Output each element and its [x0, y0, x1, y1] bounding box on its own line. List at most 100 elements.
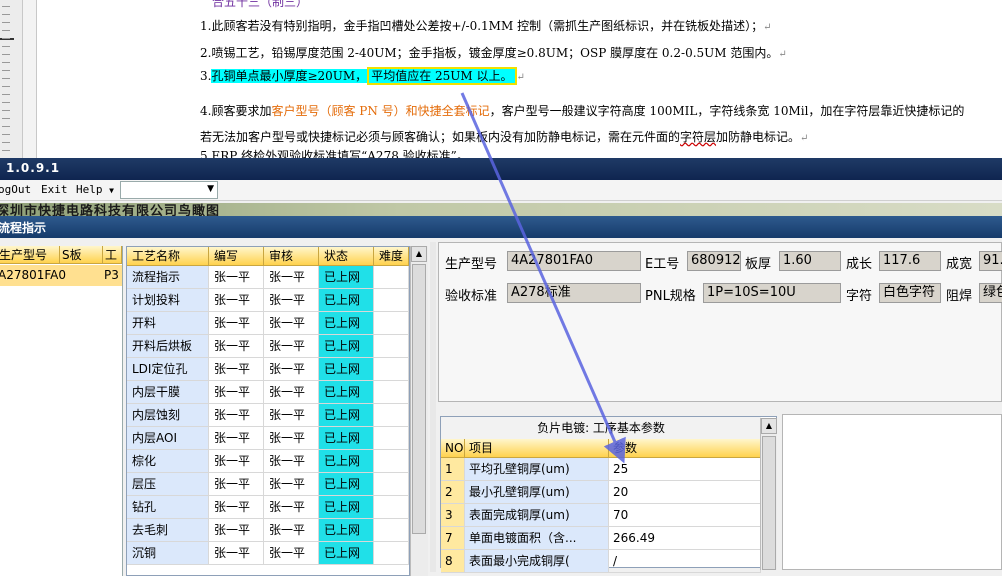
ruler-tick — [2, 134, 10, 135]
panel-splitter[interactable] — [430, 242, 436, 572]
cell-writer: 张一平 — [209, 312, 264, 334]
cell-process-name: 内层AOI — [127, 427, 209, 449]
doc-fragment-top: 合五十三（制三） — [212, 0, 309, 9]
param-no: 8 — [441, 550, 465, 572]
model-field[interactable]: 4A27801FA0 — [507, 251, 641, 271]
scroll-thumb[interactable] — [412, 264, 426, 534]
doc-line-5-spell: 字符层 — [680, 130, 717, 144]
table-row[interactable]: A27801FA0 P3 — [0, 265, 122, 286]
cell-status: 已上网 — [319, 496, 374, 518]
cell-reviewer: 张一平 — [264, 404, 319, 426]
cell-difficulty — [374, 358, 409, 380]
col-header-model[interactable]: 生产型号 — [0, 246, 60, 264]
toolbar-dropdown[interactable]: ▼ — [120, 181, 218, 199]
param-value: / — [609, 550, 761, 572]
table-row[interactable]: 开料后烘板 张一平 张一平 已上网 — [127, 335, 409, 358]
table-row[interactable]: 计划投料 张一平 张一平 已上网 — [127, 289, 409, 312]
scroll-up-icon[interactable]: ▲ — [761, 418, 777, 434]
char-field[interactable]: 白色字符 — [879, 283, 941, 303]
params-title: 负片电镀: 工序基本参数 — [441, 417, 761, 440]
menu-exit[interactable]: Exit — [41, 183, 68, 196]
cell-status: 已上网 — [319, 542, 374, 564]
col-header-reviewer[interactable]: 审核 — [264, 247, 319, 266]
table-row[interactable]: 内层AOI 张一平 张一平 已上网 — [127, 427, 409, 450]
menu-help[interactable]: Help ▼ — [76, 183, 114, 196]
col-header-extra[interactable]: 工 — [103, 246, 122, 264]
cell-status: 已上网 — [319, 312, 374, 334]
table-row[interactable]: 去毛刺 张一平 张一平 已上网 — [127, 519, 409, 542]
char-label: 字符 — [846, 289, 873, 304]
cell-reviewer: 张一平 — [264, 289, 319, 311]
table-row[interactable]: LDI定位孔 张一平 张一平 已上网 — [127, 358, 409, 381]
mask-field[interactable]: 绿色 — [979, 283, 1002, 303]
ruler-tick — [2, 86, 10, 87]
table-row[interactable]: 7 单面电镀面积（含... 266.49 — [441, 527, 761, 550]
cell-difficulty — [374, 519, 409, 541]
cell-status: 已上网 — [319, 404, 374, 426]
doc-line-4-a: 4.顾客要求加 — [200, 104, 272, 118]
doc-line-3-highlight: 孔铜单点最小厚度≥20UM， — [211, 69, 368, 83]
col-header-no[interactable]: NO — [441, 439, 465, 458]
eno-field[interactable]: 680912 — [687, 251, 741, 271]
pnl-field[interactable]: 1P=10S=10U — [703, 283, 841, 303]
cell-reviewer: 张一平 — [264, 473, 319, 495]
standard-label: 验收标准 — [445, 289, 498, 304]
scroll-up-icon[interactable]: ▲ — [411, 246, 427, 262]
table-row[interactable]: 2 最小孔壁铜厚(um) 20 — [441, 481, 761, 504]
col-header-param[interactable]: 参数 — [609, 439, 761, 458]
standard-field[interactable]: A278标准 — [507, 283, 641, 303]
info-panel: 生产型号 4A27801FA0 E工号 680912 板厚 1.60 成长 11… — [438, 242, 1002, 402]
vertical-ruler — [0, 0, 23, 160]
paragraph-mark: ↵ — [763, 22, 772, 33]
params-scrollbar[interactable]: ▲ — [760, 418, 777, 570]
width-field[interactable]: 91. — [979, 251, 1002, 271]
ruler-tick — [2, 54, 10, 55]
col-header-status[interactable]: 状态 — [319, 247, 374, 266]
table-row[interactable]: 1 平均孔壁铜厚(um) 25 — [441, 458, 761, 481]
ruler-tick — [2, 102, 10, 103]
chevron-down-icon: ▼ — [109, 186, 114, 195]
company-banner: 深圳市快捷电路科技有限公司鸟瞰图 — [0, 203, 1002, 216]
cell-status: 已上网 — [319, 427, 374, 449]
length-field[interactable]: 117.6 — [879, 251, 941, 271]
thickness-label: 板厚 — [745, 257, 772, 272]
param-item: 表面完成铜厚(um) — [465, 504, 609, 526]
cell-difficulty — [374, 289, 409, 311]
table-row[interactable]: 开料 张一平 张一平 已上网 — [127, 312, 409, 335]
table-row[interactable]: 内层干膜 张一平 张一平 已上网 — [127, 381, 409, 404]
row-extra: P3 — [104, 268, 119, 282]
paragraph-mark: ↵ — [778, 49, 787, 60]
col-header-difficulty[interactable]: 难度 — [374, 247, 409, 266]
panel-title: 流程指示 — [0, 221, 47, 235]
param-no: 3 — [441, 504, 465, 526]
title-bar[interactable]: 1.0.9.1 — [0, 158, 1002, 180]
doc-line-1-text: 1.此顾客若没有特别指明，金手指凹槽处公差按+/-0.1MM 控制（需抓生产图纸… — [200, 19, 764, 33]
table-row[interactable]: 内层蚀刻 张一平 张一平 已上网 — [127, 404, 409, 427]
cell-writer: 张一平 — [209, 335, 264, 357]
cell-process-name: 棕化 — [127, 450, 209, 472]
process-list-scrollbar[interactable]: ▲ — [410, 246, 428, 576]
table-row[interactable]: 层压 张一平 张一平 已上网 — [127, 473, 409, 496]
table-row[interactable]: 流程指示 张一平 张一平 已上网 — [127, 266, 409, 289]
cell-reviewer: 张一平 — [264, 496, 319, 518]
menu-help-label: Help — [76, 183, 103, 196]
table-row[interactable]: 沉铜 张一平 张一平 已上网 — [127, 542, 409, 565]
scroll-thumb[interactable] — [762, 436, 776, 570]
cell-writer: 张一平 — [209, 450, 264, 472]
col-header-process-name[interactable]: 工艺名称 — [127, 247, 209, 266]
col-header-writer[interactable]: 编写 — [209, 247, 264, 266]
app-version-title: 1.0.9.1 — [6, 161, 61, 175]
table-row[interactable]: 3 表面完成铜厚(um) 70 — [441, 504, 761, 527]
param-item: 表面最小完成铜厚( — [465, 550, 609, 572]
ruler-tick — [2, 46, 10, 47]
table-row[interactable]: 钻孔 张一平 张一平 已上网 — [127, 496, 409, 519]
col-header-item[interactable]: 项目 — [465, 439, 609, 458]
chevron-down-icon: ▼ — [207, 184, 214, 194]
table-row[interactable]: 棕化 张一平 张一平 已上网 — [127, 450, 409, 473]
paragraph-mark: ↵ — [516, 72, 525, 83]
thickness-field[interactable]: 1.60 — [779, 251, 841, 271]
menu-logout[interactable]: ogOut — [0, 183, 31, 196]
cell-reviewer: 张一平 — [264, 519, 319, 541]
col-header-s-board[interactable]: S板 — [60, 246, 103, 264]
param-value: 70 — [609, 504, 761, 526]
